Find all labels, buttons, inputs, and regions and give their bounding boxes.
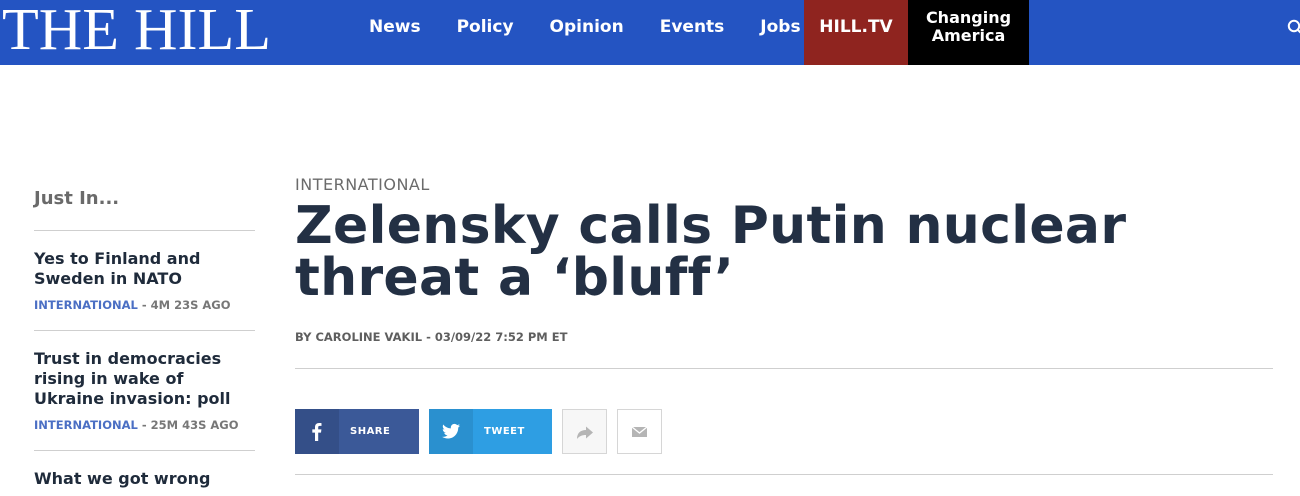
sidebar-meta: INTERNATIONAL - 4M 23S AGO [34, 297, 255, 313]
facebook-share-label: SHARE [350, 426, 391, 437]
sidebar-headline[interactable]: Trust in democracies rising in wake of U… [34, 349, 255, 409]
sidebar-category[interactable]: INTERNATIONAL [34, 418, 138, 432]
sidebar-headline[interactable]: Yes to Finland and Sweden in NATO [34, 249, 255, 289]
facebook-icon [295, 409, 339, 454]
twitter-share-button[interactable]: TWEET [429, 409, 552, 454]
divider [295, 474, 1273, 475]
article-byline: BY CAROLINE VAKIL - 03/09/22 7:52 PM ET [295, 330, 568, 344]
sidebar-category[interactable]: INTERNATIONAL [34, 298, 138, 312]
site-logo[interactable]: THE HILL [2, 0, 271, 59]
forward-icon [577, 426, 593, 439]
sidebar-time: - 25M 43S AGO [141, 418, 239, 432]
nav-policy[interactable]: Policy [439, 0, 532, 65]
email-share-button[interactable] [617, 409, 662, 454]
divider [295, 368, 1273, 369]
nav-events[interactable]: Events [642, 0, 743, 65]
sidebar-headline[interactable]: What we got wrong [34, 469, 255, 489]
sidebar-title: Just In... [34, 185, 255, 231]
article-header: INTERNATIONAL Zelensky calls Putin nucle… [295, 173, 1275, 475]
search-icon[interactable] [1287, 19, 1300, 37]
twitter-icon [429, 409, 473, 454]
article-headline: Zelensky calls Putin nuclear threat a ‘b… [295, 196, 1127, 308]
mail-icon [631, 426, 648, 437]
top-navigation-bar: THE HILL News Policy Opinion Events Jobs… [0, 0, 1300, 65]
nav-news[interactable]: News [351, 0, 439, 65]
main-nav: News Policy Opinion Events Jobs [351, 0, 819, 65]
twitter-share-label: TWEET [484, 426, 525, 437]
sidebar-meta: INTERNATIONAL - 25M 43S AGO [34, 417, 255, 433]
sidebar-list-item[interactable]: Trust in democracies rising in wake of U… [34, 331, 255, 451]
sidebar-time: - 4M 23S AGO [141, 298, 231, 312]
nav-changing-america[interactable]: Changing America [908, 0, 1029, 65]
nav-changing-line2: America [931, 26, 1006, 45]
nav-hilltv[interactable]: HILL.TV [804, 0, 908, 65]
sidebar-list-item[interactable]: Yes to Finland and Sweden in NATO INTERN… [34, 231, 255, 331]
nav-changing-line1: Changing [925, 8, 1012, 27]
facebook-share-button[interactable]: SHARE [295, 409, 419, 454]
just-in-sidebar: Just In... Yes to Finland and Sweden in … [34, 185, 255, 496]
article-category[interactable]: INTERNATIONAL [295, 173, 1275, 197]
sidebar-list-item[interactable]: What we got wrong [34, 451, 255, 496]
forward-share-button[interactable] [562, 409, 607, 454]
nav-opinion[interactable]: Opinion [532, 0, 642, 65]
